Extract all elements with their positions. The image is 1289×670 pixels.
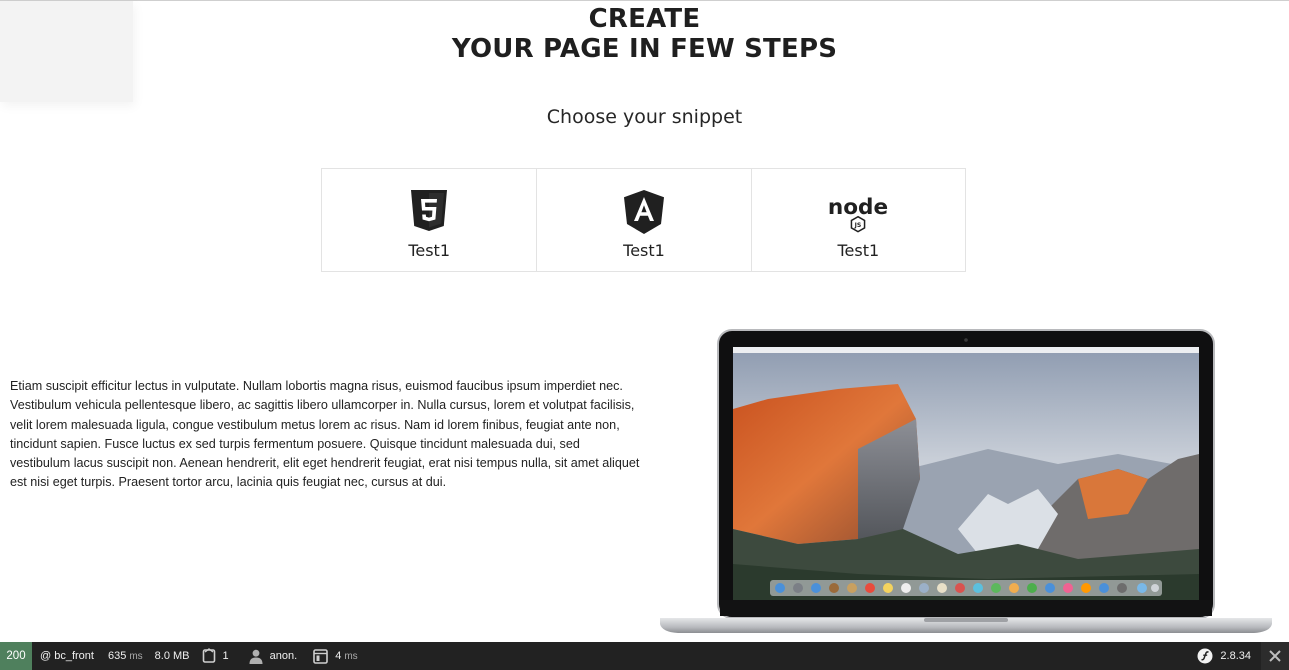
hero-title-line1: CREATE — [588, 4, 701, 34]
section-subtitle: Choose your snippet — [546, 106, 743, 128]
close-icon — [1269, 650, 1281, 662]
snippet-label: Test1 — [623, 241, 665, 260]
hero-title-line2: YOUR PAGE IN FEW STEPS — [451, 34, 838, 64]
user-icon — [249, 649, 263, 664]
snippet-label: Test1 — [837, 241, 880, 260]
macbook-laptop-image — [658, 329, 1274, 639]
memory-value: 8.0 MB — [154, 650, 190, 662]
snippet-picker: Test1 Test1 node JS Test1 — [321, 168, 966, 272]
angular-icon — [614, 190, 674, 234]
twig-panel[interactable]: 4 ms — [297, 642, 358, 670]
template-icon — [313, 648, 328, 664]
toolbar-right: 2.8.34 — [1197, 642, 1289, 670]
request-time-value: 635 — [107, 650, 127, 662]
security-user[interactable]: anon. — [229, 642, 298, 670]
symfony-logo-icon[interactable] — [1197, 648, 1213, 664]
route-info[interactable]: @ bc_front — [32, 642, 94, 670]
form-icon — [202, 648, 216, 664]
user-name: anon. — [269, 650, 298, 662]
symfony-debug-toolbar: 200 @ bc_front 635 ms 8.0 MB 1 anon. 4 ms … — [0, 642, 1289, 670]
status-code-badge[interactable]: 200 — [0, 642, 32, 670]
nodejs-icon: node JS — [828, 190, 888, 234]
twig-time-value: 4 — [335, 650, 342, 662]
request-time-unit: ms — [129, 650, 143, 662]
page-hero: CREATE YOUR PAGE IN FEW STEPS — [0, 4, 1289, 64]
memory-usage[interactable]: 8.0 MB — [143, 642, 190, 670]
close-toolbar-button[interactable] — [1261, 642, 1289, 670]
snippet-label: Test1 — [408, 241, 450, 260]
snippet-card-html5[interactable]: Test1 — [322, 169, 536, 271]
twig-time-unit: ms — [344, 650, 358, 662]
symfony-version: 2.8.34 — [1220, 650, 1251, 662]
top-border-line — [0, 0, 1289, 1]
snippet-card-angular[interactable]: Test1 — [536, 169, 750, 271]
route-name: @ bc_front — [40, 650, 94, 662]
forms-panel[interactable]: 1 — [190, 642, 229, 670]
nodejs-logo-badge: JS — [854, 222, 862, 229]
request-time[interactable]: 635 ms — [94, 642, 143, 670]
snippet-card-nodejs[interactable]: node JS Test1 — [750, 169, 965, 271]
intro-paragraph: Etiam suscipit efficitur lectus in vulpu… — [10, 379, 640, 490]
html5-icon — [399, 190, 459, 234]
